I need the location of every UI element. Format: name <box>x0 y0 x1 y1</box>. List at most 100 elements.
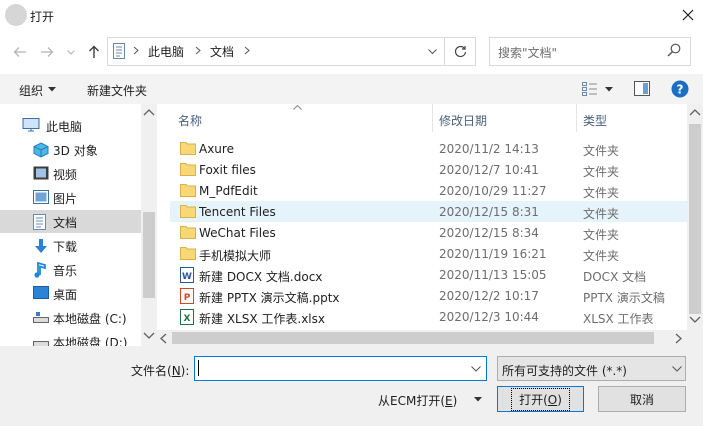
table-row[interactable]: Foxit files 2020/12/7 10:41 文件夹 <box>170 159 687 180</box>
sidebar-item-label: 图片 <box>53 192 78 206</box>
address-history-dropdown[interactable] <box>422 38 442 65</box>
column-header-type[interactable]: 类型 <box>583 112 607 129</box>
3d-objects-icon <box>33 142 49 158</box>
search-icon[interactable] <box>667 43 681 57</box>
sidebar-item-label: 本地磁盘 (D:) <box>53 336 128 346</box>
table-row[interactable]: Tencent Files 2020/12/15 8:31 文件夹 <box>170 201 687 222</box>
table-row[interactable]: Axure 2020/11/2 14:13 文件夹 <box>170 138 687 159</box>
breadcrumb-separator-icon <box>244 46 250 55</box>
horizontal-scrollbar-thumb[interactable] <box>172 332 654 344</box>
sidebar-item-documents[interactable]: 文档 <box>0 210 141 233</box>
sidebar-item-this-pc[interactable]: 此电脑 <box>0 114 141 137</box>
breadcrumb-separator-icon <box>195 46 201 55</box>
table-row[interactable]: W 新建 DOCX 文档.docx 2020/11/13 15:05 DOCX 文档 <box>170 264 687 285</box>
caret-down-icon[interactable] <box>48 87 56 92</box>
title-bar <box>0 0 703 32</box>
excel-doc-icon: X <box>180 309 194 325</box>
sidebar-item-label: 本地磁盘 (C:) <box>53 312 127 326</box>
music-icon <box>33 262 47 278</box>
picture-icon <box>33 190 49 204</box>
table-row[interactable]: M_PdfEdit 2020/10/29 11:27 文件夹 <box>170 180 687 201</box>
open-from-ecm-button[interactable]: 从ECM打开(E) <box>378 392 457 409</box>
sidebar-item-pictures[interactable]: 图片 <box>0 186 141 209</box>
powerpoint-doc-icon: P <box>180 288 194 304</box>
vertical-scrollbar-thumb[interactable] <box>689 124 701 314</box>
back-button[interactable] <box>9 41 31 63</box>
table-row[interactable]: WeChat Files 2020/12/15 8:34 文件夹 <box>170 222 687 243</box>
open-button[interactable]: 打开(O) <box>497 386 584 412</box>
sidebar-item-music[interactable]: 音乐 <box>0 258 141 281</box>
table-row[interactable]: X 新建 XLSX 工作表.xlsx 2020/12/3 10:44 XLSX 工作表 <box>170 306 687 327</box>
filename-label: 文件名(N): <box>131 364 190 378</box>
chevron-down-icon[interactable] <box>471 366 481 372</box>
breadcrumb-separator-icon <box>133 46 139 55</box>
file-type: PPTX 演示文稿 <box>583 291 665 305</box>
view-options-icon[interactable] <box>582 82 598 96</box>
sidebar-item-label: 桌面 <box>53 288 78 302</box>
sidebar-item-videos[interactable]: 视频 <box>0 162 141 185</box>
desktop-icon <box>33 286 49 300</box>
recent-locations-button[interactable] <box>60 41 82 63</box>
breadcrumb-documents[interactable]: 文档 <box>210 43 234 60</box>
svg-text:?: ? <box>677 83 684 97</box>
column-divider[interactable] <box>576 104 577 132</box>
file-name: M_PdfEdit <box>199 184 258 198</box>
caret-down-icon[interactable] <box>605 87 613 92</box>
scroll-down-arrow-icon[interactable] <box>689 316 701 323</box>
file-name: Axure <box>199 142 234 156</box>
sidebar-item-drive-d[interactable]: 本地磁盘 (D:) <box>0 330 141 346</box>
file-date: 2020/12/15 8:34 <box>439 226 539 240</box>
up-button[interactable] <box>83 41 105 63</box>
scroll-up-arrow-icon[interactable] <box>143 109 155 116</box>
file-type: 文件夹 <box>583 165 620 179</box>
column-header-name[interactable]: 名称 <box>178 112 202 129</box>
preview-pane-icon[interactable] <box>634 81 650 96</box>
open-button-label: 打开(O) <box>511 387 570 411</box>
file-name: 新建 DOCX 文档.docx <box>199 270 323 284</box>
new-folder-button[interactable]: 新建文件夹 <box>87 82 147 99</box>
refresh-icon <box>454 46 467 58</box>
file-type: 文件夹 <box>583 249 620 263</box>
drive-icon <box>33 334 49 346</box>
table-row[interactable]: P 新建 PPTX 演示文稿.pptx 2020/12/2 10:17 PPTX 演示… <box>170 285 687 306</box>
breadcrumb-this-pc[interactable]: 此电脑 <box>148 43 184 60</box>
organize-button[interactable]: 组织 <box>19 82 43 99</box>
sidebar-item-downloads[interactable]: 下载 <box>0 234 141 257</box>
sidebar-scrollbar-thumb[interactable] <box>143 212 155 298</box>
column-header-date[interactable]: 修改日期 <box>439 112 487 129</box>
file-date: 2020/12/15 8:31 <box>439 205 539 219</box>
file-date: 2020/12/7 10:41 <box>439 163 539 177</box>
scroll-right-arrow-icon[interactable] <box>675 333 682 344</box>
filename-input[interactable] <box>194 356 487 381</box>
up-arrow-icon <box>89 45 99 58</box>
sidebar-item-desktop[interactable]: 桌面 <box>0 282 141 305</box>
chevron-down-icon <box>427 49 437 54</box>
scroll-left-arrow-icon[interactable] <box>160 333 167 344</box>
cancel-button[interactable]: 取消 <box>598 386 686 412</box>
forward-button[interactable] <box>36 41 58 63</box>
table-row[interactable]: 手机模拟大师 2020/11/19 16:21 文件夹 <box>170 243 687 264</box>
document-icon <box>33 214 46 230</box>
sidebar-item-label: 视频 <box>53 168 78 182</box>
sidebar-item-3d-objects[interactable]: 3D 对象 <box>0 138 141 161</box>
scroll-down-arrow-icon[interactable] <box>143 332 155 339</box>
scroll-up-arrow-icon[interactable] <box>689 109 701 116</box>
file-type: 文件夹 <box>583 228 620 242</box>
sidebar-item-drive-c[interactable]: 本地磁盘 (C:) <box>0 306 141 329</box>
svg-text:W: W <box>182 272 192 282</box>
column-divider[interactable] <box>432 104 433 132</box>
file-type: 文件夹 <box>583 144 620 158</box>
folder-icon <box>180 162 196 176</box>
close-button[interactable] <box>672 0 703 30</box>
window-title: 打开 <box>30 10 55 24</box>
help-icon[interactable]: ? <box>671 80 689 98</box>
close-icon <box>682 9 693 21</box>
svg-text:X: X <box>184 314 191 324</box>
chevron-down-icon[interactable] <box>672 366 682 372</box>
file-type: XLSX 工作表 <box>583 312 654 326</box>
refresh-button[interactable] <box>444 37 476 66</box>
text-cursor <box>198 360 199 376</box>
file-name: 新建 PPTX 演示文稿.pptx <box>199 291 340 305</box>
file-type: 文件夹 <box>583 207 620 221</box>
caret-down-icon[interactable] <box>474 397 482 402</box>
